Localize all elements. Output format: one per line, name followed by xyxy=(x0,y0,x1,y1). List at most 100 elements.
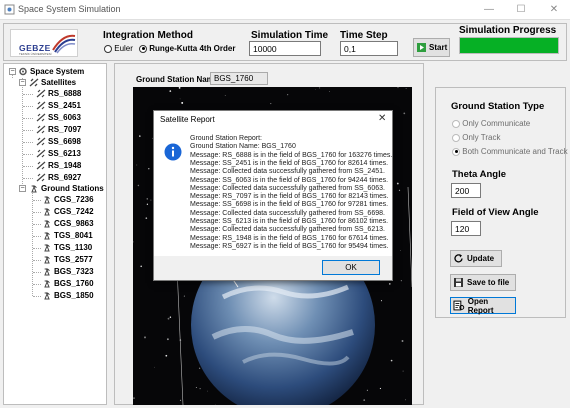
ground-station-name: TGS_8041 xyxy=(54,231,93,240)
report-icon xyxy=(453,300,465,311)
report-line: Message: RS_1948 is in the field of BGS_… xyxy=(190,234,389,242)
tree-item-ground-station[interactable]: TGS_1130 xyxy=(42,242,92,253)
refresh-icon xyxy=(454,254,463,263)
integration-method-title: Integration Method xyxy=(103,30,193,41)
ground-station-name: BGS_1850 xyxy=(54,291,94,300)
report-line: Message: SS_6698 is in the field of BGS_… xyxy=(190,201,389,209)
antenna-icon xyxy=(44,280,50,288)
type-only-track-option[interactable]: Only Track xyxy=(452,133,500,142)
report-line: Ground Station Name: BGS_1760 xyxy=(190,143,296,151)
report-line: Message: Collected data successfully gat… xyxy=(190,184,385,192)
ground-station-name: TGS_1130 xyxy=(54,243,93,252)
antenna-icon xyxy=(31,185,37,193)
method-rk4-option[interactable]: Runge-Kutta 4th Order xyxy=(139,44,235,53)
satellite-name: RS_6888 xyxy=(48,89,82,98)
satellite-icon xyxy=(36,137,46,146)
open-report-button[interactable]: Open Report xyxy=(450,297,516,315)
tree-item-satellite[interactable]: RS_1948 xyxy=(36,160,81,171)
tree-item-ground-station[interactable]: BGS_1850 xyxy=(42,290,94,301)
satellite-icon xyxy=(36,161,46,170)
ground-station-name: CGS_9863 xyxy=(54,219,94,228)
tree-item-satellite[interactable]: RS_6927 xyxy=(36,172,81,183)
tree-satellites-group[interactable]: Satellites xyxy=(29,77,76,88)
only-track-radio[interactable] xyxy=(452,133,460,142)
tree-item-ground-station[interactable]: CGS_9863 xyxy=(42,218,94,229)
satellite-name: SS_2451 xyxy=(48,101,81,110)
tree-item-ground-station[interactable]: BGS_1760 xyxy=(42,278,94,289)
tree-item-ground-station[interactable]: TGS_8041 xyxy=(42,230,93,241)
antenna-icon xyxy=(44,256,50,264)
tree-item-satellite[interactable]: SS_6213 xyxy=(36,148,81,159)
tree-root-label: Space System xyxy=(30,67,85,76)
logo-swoosh-icon xyxy=(52,34,76,54)
antenna-icon xyxy=(44,292,50,300)
tree-item-satellite[interactable]: SS_2451 xyxy=(36,100,81,111)
report-line: Message: Collected data successfully gat… xyxy=(190,209,385,217)
time-step-input[interactable]: 0,1 xyxy=(340,41,398,56)
rk4-radio[interactable] xyxy=(139,44,147,53)
theta-angle-input[interactable]: 200 xyxy=(451,183,481,198)
window-title: Space System Simulation xyxy=(18,4,121,14)
theta-angle-label: Theta Angle xyxy=(452,169,507,180)
dialog-close-icon[interactable]: ✕ xyxy=(378,113,386,124)
report-line: Message: Collected data successfully gat… xyxy=(190,168,385,176)
title-bar: Space System Simulation — ☐ ✕ xyxy=(0,0,570,20)
satellite-icon xyxy=(36,113,46,122)
start-button[interactable]: Start xyxy=(413,38,450,57)
play-icon xyxy=(417,43,426,52)
ground-station-name-field: BGS_1760 xyxy=(210,72,268,85)
tree-item-satellite[interactable]: RS_7097 xyxy=(36,124,81,135)
euler-radio[interactable] xyxy=(104,44,112,53)
tree-item-satellite[interactable]: SS_6063 xyxy=(36,112,81,123)
satellite-icon xyxy=(36,89,46,98)
station-type-title: Ground Station Type xyxy=(451,101,545,112)
type-both-option[interactable]: Both Communicate and Track xyxy=(452,147,568,156)
minimize-icon[interactable]: — xyxy=(478,2,500,18)
only-communicate-radio[interactable] xyxy=(452,119,460,128)
simulation-time-input[interactable]: 10000 xyxy=(249,41,321,56)
satellite-name: SS_6063 xyxy=(48,113,81,122)
stations-label: Ground Stations xyxy=(41,184,104,193)
ok-button[interactable]: OK xyxy=(322,260,380,275)
report-line: Message: RS_6888 is in the field of BGS_… xyxy=(190,151,393,159)
tree-item-satellite[interactable]: SS_6698 xyxy=(36,136,81,147)
tree-stations-group[interactable]: Ground Stations xyxy=(29,183,104,194)
tree-item-ground-station[interactable]: BGS_7323 xyxy=(42,266,94,277)
ground-station-name: BGS_1760 xyxy=(54,279,94,288)
update-button[interactable]: Update xyxy=(450,250,502,267)
tree-root[interactable]: Space System xyxy=(18,66,84,77)
fov-angle-label: Field of View Angle xyxy=(452,207,539,218)
ground-station-name: CGS_7236 xyxy=(54,195,94,204)
tree-item-satellite[interactable]: RS_6888 xyxy=(36,88,81,99)
method-rk4-label: Runge-Kutta 4th Order xyxy=(149,44,236,53)
progress-fill xyxy=(460,38,558,53)
both-radio[interactable] xyxy=(452,147,460,156)
space-system-tree[interactable]: − Space System − Satellites RS_6888 SS_24… xyxy=(3,63,107,405)
antenna-icon xyxy=(44,220,50,228)
gear-icon xyxy=(19,68,27,76)
satellite-name: RS_6927 xyxy=(48,173,82,182)
fov-angle-input[interactable]: 120 xyxy=(451,221,481,236)
report-line: Message: SS_6213 is in the field of BGS_… xyxy=(190,218,389,225)
logo-subtext: TEKNİK ÜNİVERSİTESİ xyxy=(19,52,52,56)
antenna-icon xyxy=(44,268,50,276)
tree-item-ground-station[interactable]: CGS_7242 xyxy=(42,206,94,217)
ground-station-name: CGS_7242 xyxy=(54,207,94,216)
tree-item-ground-station[interactable]: TGS_2577 xyxy=(42,254,93,265)
satellites-collapse-icon[interactable]: − xyxy=(19,79,26,86)
tree-item-ground-station[interactable]: CGS_7236 xyxy=(42,194,94,205)
university-logo: GEBZE TEKNİK ÜNİVERSİTESİ xyxy=(10,29,78,57)
ground-station-name: BGS_7323 xyxy=(54,267,94,276)
maximize-icon[interactable]: ☐ xyxy=(510,2,532,18)
type-only-communicate-option[interactable]: Only Communicate xyxy=(452,119,530,128)
root-collapse-icon[interactable]: − xyxy=(9,68,16,75)
save-to-file-button[interactable]: Save to file xyxy=(450,274,516,291)
close-icon[interactable]: ✕ xyxy=(543,2,565,18)
satellite-icon xyxy=(36,149,46,158)
stations-collapse-icon[interactable]: − xyxy=(19,185,26,192)
report-line: Message: Collected data successfully gat… xyxy=(190,226,385,234)
time-step-label: Time Step xyxy=(340,30,388,41)
both-label: Both Communicate and Track xyxy=(462,147,568,156)
method-euler-option[interactable]: Euler xyxy=(104,44,133,53)
satellite-icon xyxy=(36,125,46,134)
